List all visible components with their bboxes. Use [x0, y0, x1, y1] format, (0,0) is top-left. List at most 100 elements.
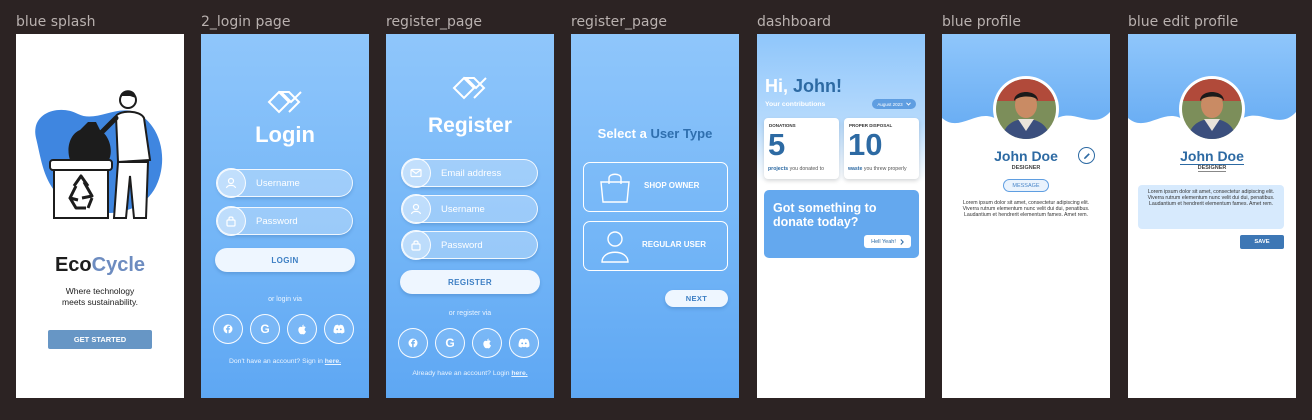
signup-prompt: Don't have an account? Sign in here. [201, 358, 369, 365]
donate-line-2: donate today? [773, 215, 859, 229]
frame-label-dashboard: dashboard [757, 14, 832, 30]
app-logo: EcoCycle [16, 254, 184, 277]
donations-word: projects [768, 166, 789, 172]
shop-owner-label: SHOP OWNER [644, 181, 700, 190]
or-register-via: or register via [448, 310, 492, 317]
or-login-via: or login via [268, 296, 302, 303]
get-started-button[interactable]: GET STARTED [48, 330, 152, 349]
donations-caption: projects you donated to [768, 166, 824, 172]
message-button[interactable]: MESSAGE [1003, 179, 1049, 192]
title-highlight: User Type [650, 126, 713, 141]
lock-icon [216, 206, 246, 236]
tagline: Where technology meets sustainability. [62, 286, 138, 307]
donate-line-1: Got something to [773, 201, 877, 215]
lock-icon [401, 230, 431, 260]
title-prefix: Select a [597, 126, 647, 141]
discord-icon[interactable] [509, 328, 539, 358]
shopping-bag-icon [600, 173, 630, 203]
login-prompt: Already have an account? Login here. [386, 370, 554, 377]
app-logo-icon [452, 76, 487, 100]
profile-role: DESIGNER [1011, 165, 1041, 171]
frame-label-usertype: register_page [571, 14, 667, 30]
facebook-icon[interactable] [398, 328, 428, 358]
month-value: August 2023 [877, 101, 903, 107]
google-icon[interactable]: G [250, 314, 280, 344]
edit-name-value: John Doe [1180, 148, 1244, 165]
donations-card[interactable]: DONATIONS 5 projects you donated to [764, 118, 839, 179]
avatar-photo [996, 79, 1056, 139]
password-field[interactable]: Password [401, 230, 538, 260]
signup-link[interactable]: here. [325, 358, 341, 365]
disposal-word: waste [848, 166, 863, 172]
frame-edit-profile: John Doe DESIGNER Lorem ipsum dolor sit … [1128, 34, 1296, 398]
frame-label-profile: blue profile [942, 14, 1021, 30]
frame-splash: EcoCycle Where technology meets sustaina… [16, 34, 184, 398]
login-link[interactable]: here. [511, 370, 527, 377]
recycling-illustration [35, 90, 163, 219]
save-button[interactable]: SAVE [1240, 235, 1284, 249]
frame-label-register: register_page [386, 14, 482, 30]
password-placeholder: Password [256, 215, 298, 227]
hell-yeah-button[interactable]: Hell Yeah! [864, 235, 911, 248]
username-field[interactable]: Username [401, 194, 538, 224]
edit-bio-textarea[interactable]: Lorem ipsum dolor sit amet, consectetur … [1138, 185, 1284, 229]
avatar-photo [1182, 79, 1242, 139]
donate-card[interactable]: Got something to donate today? Hell Yeah… [764, 190, 919, 258]
donations-value: 5 [768, 127, 786, 162]
user-type-title: Select a User Type [571, 126, 739, 141]
chevron-right-icon [900, 238, 904, 245]
register-button[interactable]: REGISTER [400, 270, 540, 294]
edit-profile-button[interactable] [1078, 147, 1095, 164]
greeting: Hi, John! [765, 76, 842, 97]
donations-rest: you donated to [789, 166, 824, 172]
greeting-hi: Hi, [765, 76, 789, 96]
user-icon [401, 194, 431, 224]
disposal-caption: waste you threw properly [848, 166, 907, 172]
password-field[interactable]: Password [216, 206, 353, 236]
greeting-name: John! [793, 76, 843, 96]
frame-usertype: Select a User Type SHOP OWNER REGULAR US… [571, 34, 739, 398]
avatar[interactable] [1179, 76, 1245, 142]
edit-name-field[interactable]: John Doe [1128, 148, 1296, 165]
next-button[interactable]: NEXT [665, 290, 728, 307]
disposal-value: 10 [848, 127, 883, 162]
brand-eco: Eco [54, 254, 92, 276]
shop-owner-option[interactable]: SHOP OWNER [583, 162, 728, 212]
facebook-icon[interactable] [213, 314, 243, 344]
frame-label-login: 2_login page [201, 14, 291, 30]
password-placeholder: Password [441, 239, 483, 251]
login-button[interactable]: LOGIN [215, 248, 355, 272]
frame-label-edit: blue edit profile [1128, 14, 1239, 30]
username-field[interactable]: Username [216, 168, 353, 198]
month-dropdown[interactable]: August 2023 [872, 99, 916, 109]
frame-login: Login Username Password LOGIN or login v… [201, 34, 369, 398]
disposal-rest: you threw properly [863, 166, 907, 172]
disposal-card[interactable]: PROPER DISPOSAL 10 waste you threw prope… [844, 118, 919, 179]
apple-icon[interactable] [287, 314, 317, 344]
edit-role-field[interactable]: DESIGNER [1128, 165, 1296, 172]
regular-user-option[interactable]: REGULAR USER [583, 221, 728, 271]
login-text: Already have an account? Login [412, 370, 510, 377]
email-placeholder: Email address [441, 167, 502, 179]
contributions-label: Your contributions [765, 101, 826, 108]
avatar [993, 76, 1059, 142]
page-title: Register [427, 114, 513, 137]
frame-dashboard: Hi, John! Your contributions August 2023… [757, 34, 925, 398]
email-field[interactable]: Email address [401, 158, 538, 188]
donate-heading: Got something to donate today? [773, 201, 876, 229]
regular-user-label: REGULAR USER [642, 240, 707, 249]
username-placeholder: Username [256, 177, 300, 189]
frame-register: Register Email address Username Password… [386, 34, 554, 398]
chevron-down-icon [905, 102, 911, 106]
google-icon[interactable]: G [435, 328, 465, 358]
user-icon [601, 231, 629, 263]
mail-icon [401, 158, 431, 188]
edit-role-value: DESIGNER [1197, 165, 1227, 172]
username-placeholder: Username [441, 203, 485, 215]
discord-icon[interactable] [324, 314, 354, 344]
apple-icon[interactable] [472, 328, 502, 358]
app-logo-icon [267, 90, 302, 114]
signup-text: Don't have an account? Sign in [228, 358, 323, 365]
brand-cycle: Cycle [91, 254, 146, 276]
hell-yeah-label: Hell Yeah! [871, 238, 896, 245]
